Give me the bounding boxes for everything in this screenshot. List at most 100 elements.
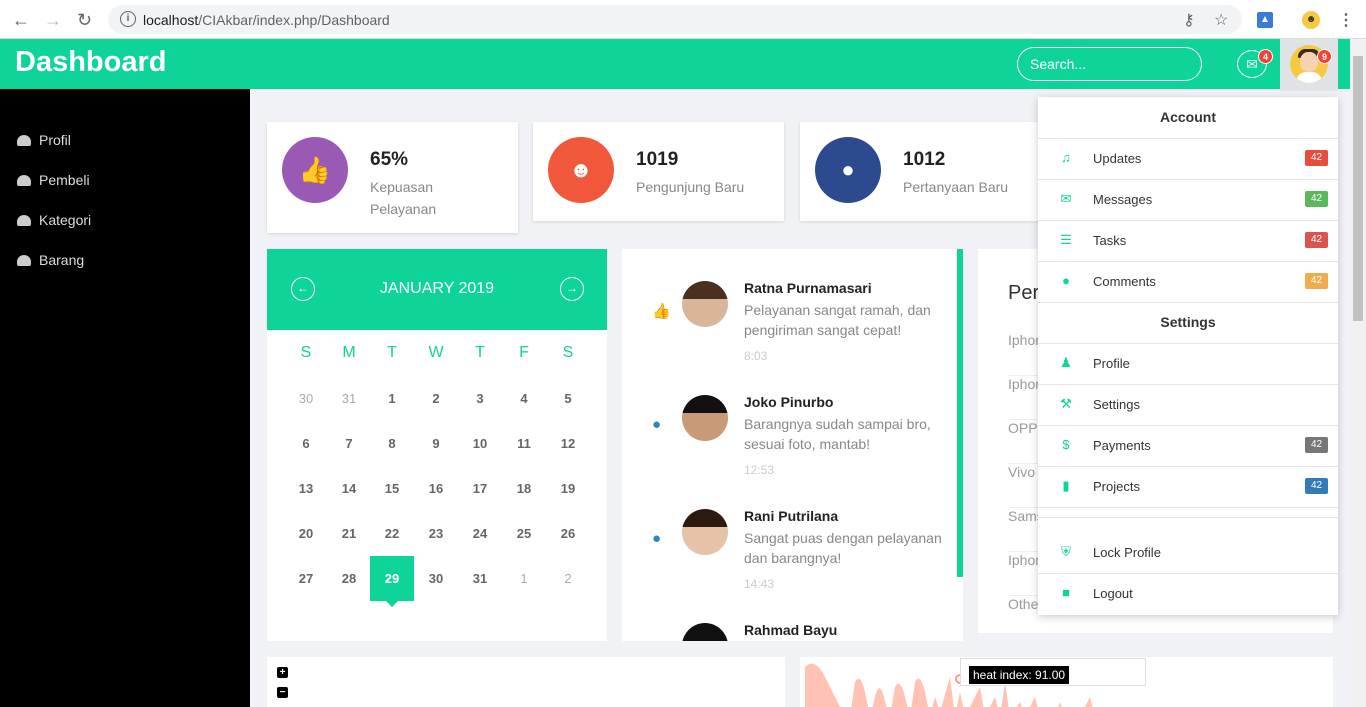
extension-icon[interactable]: ▲ bbox=[1257, 12, 1273, 28]
review-text: Pelayanan sangat ramah, dan pengiriman s… bbox=[744, 302, 931, 338]
sidebar-item-kategori[interactable]: Kategori bbox=[17, 212, 91, 228]
menu-item-label: Updates bbox=[1093, 151, 1142, 166]
menu-item-label: Profile bbox=[1093, 356, 1130, 371]
menu-item-lock-profile[interactable]: ⛨ Lock Profile bbox=[1038, 532, 1338, 573]
calendar-day[interactable]: 31 bbox=[327, 391, 371, 406]
address-bar[interactable]: i localhost/CIAkbar/index.php/Dashboard bbox=[108, 5, 1242, 34]
calendar-day[interactable]: 2 bbox=[414, 391, 458, 406]
comment-icon: ● bbox=[652, 416, 662, 433]
count-badge: 42 bbox=[1305, 232, 1328, 248]
page-scrollbar[interactable] bbox=[1350, 39, 1366, 707]
back-icon[interactable]: ← bbox=[12, 10, 30, 31]
menu-icon[interactable]: ⋮ bbox=[1338, 10, 1354, 30]
calendar-day[interactable]: 16 bbox=[414, 481, 458, 496]
calendar-day[interactable]: 9 bbox=[414, 436, 458, 451]
weekday-label: S bbox=[300, 344, 312, 361]
calendar-day[interactable]: 3 bbox=[458, 391, 502, 406]
calendar-day[interactable]: 17 bbox=[458, 481, 502, 496]
calendar-day[interactable]: 1 bbox=[502, 571, 546, 586]
dashboard-icon bbox=[17, 255, 31, 266]
menu-item-tasks[interactable]: ☰ Tasks 42 bbox=[1038, 220, 1338, 261]
key-icon[interactable]: ⚷ bbox=[1183, 10, 1195, 30]
calendar-day[interactable]: 15 bbox=[370, 481, 414, 496]
calendar-day[interactable]: 6 bbox=[284, 436, 328, 451]
calendar-day[interactable]: 20 bbox=[284, 526, 328, 541]
chat-badge: 4 bbox=[1258, 49, 1273, 64]
sidebar-item-label: Profil bbox=[39, 132, 71, 148]
thumbs-up-icon: 👍 bbox=[652, 303, 671, 320]
menu-item-label: Messages bbox=[1093, 192, 1153, 207]
menu-item-settings[interactable]: ⚒ Settings bbox=[1038, 384, 1338, 425]
dollar-icon: $ bbox=[1062, 437, 1070, 452]
calendar-day[interactable]: 19 bbox=[546, 481, 590, 496]
calendar-day[interactable]: 4 bbox=[502, 391, 546, 406]
chat-icon: ✉ bbox=[1246, 56, 1258, 72]
calendar-day[interactable]: 2 bbox=[546, 571, 590, 586]
avatar-button[interactable]: 9 bbox=[1280, 39, 1338, 91]
account-header: Account bbox=[1160, 109, 1216, 125]
calendar-day[interactable]: 14 bbox=[327, 481, 371, 496]
calendar-day[interactable]: 31 bbox=[458, 571, 502, 586]
calendar-day[interactable]: 30 bbox=[414, 571, 458, 586]
review-feed: 👍 Ratna Purnamasari Pelayanan sangat ram… bbox=[622, 249, 963, 641]
menu-item-payments[interactable]: $ Payments 42 bbox=[1038, 425, 1338, 466]
search-input[interactable] bbox=[1017, 47, 1202, 81]
info-icon[interactable]: i bbox=[120, 11, 136, 27]
menu-item-profile[interactable]: ♟ Profile bbox=[1038, 343, 1338, 384]
zoom-in-icon[interactable]: + bbox=[277, 667, 288, 678]
calendar-day[interactable]: 18 bbox=[502, 481, 546, 496]
reload-icon[interactable]: ↻ bbox=[77, 10, 92, 31]
calendar-day[interactable]: 10 bbox=[458, 436, 502, 451]
menu-item-comments[interactable]: ● Comments 42 bbox=[1038, 261, 1338, 302]
sidebar-item-profil[interactable]: Profil bbox=[17, 132, 71, 148]
calendar-day[interactable]: 27 bbox=[284, 571, 328, 586]
app-header: Dashboard ✉ 4 9 bbox=[0, 39, 1350, 91]
user-icon: ♟ bbox=[1060, 355, 1072, 370]
calendar-header: ← JANUARY 2019 → bbox=[267, 249, 607, 330]
menu-item-logout[interactable]: ■ Logout bbox=[1038, 573, 1338, 614]
forward-icon[interactable]: → bbox=[44, 10, 62, 31]
stat-value: 1019 bbox=[636, 149, 679, 170]
calendar-day[interactable]: 28 bbox=[327, 571, 371, 586]
calendar-day[interactable]: 30 bbox=[284, 391, 328, 406]
stat-value: 1012 bbox=[903, 149, 946, 170]
scroll-indicator[interactable] bbox=[957, 249, 963, 577]
reviewer-name: Joko Pinurbo bbox=[744, 394, 834, 410]
url-path: /CIAkbar/index.php/Dashboard bbox=[198, 12, 390, 28]
calendar-day[interactable]: 23 bbox=[414, 526, 458, 541]
calendar-day[interactable]: 1 bbox=[370, 391, 414, 406]
next-month-icon[interactable]: → bbox=[560, 277, 584, 301]
menu-item-updates[interactable]: ♫ Updates 42 bbox=[1038, 138, 1338, 179]
menu-item-label: Tasks bbox=[1093, 233, 1127, 248]
calendar-day[interactable]: 21 bbox=[327, 526, 371, 541]
sidebar-item-barang[interactable]: Barang bbox=[17, 252, 84, 268]
calendar-day[interactable]: 11 bbox=[502, 436, 546, 451]
menu-item-messages[interactable]: ✉ Messages 42 bbox=[1038, 179, 1338, 220]
calendar-day[interactable]: 7 bbox=[327, 436, 371, 451]
users-icon: ☻ bbox=[548, 137, 614, 203]
zoom-out-icon[interactable]: − bbox=[277, 687, 288, 698]
calendar-day[interactable]: 29 bbox=[370, 556, 414, 601]
count-badge: 42 bbox=[1305, 478, 1328, 494]
sidebar-item-pembeli[interactable]: Pembeli bbox=[17, 172, 90, 188]
menu-item-label: Payments bbox=[1093, 438, 1151, 453]
comments-icon: ● bbox=[1062, 273, 1070, 288]
menu-item-label: Comments bbox=[1093, 274, 1156, 289]
menu-item-projects[interactable]: ▮ Projects 42 bbox=[1038, 466, 1338, 507]
calendar-day[interactable]: 5 bbox=[546, 391, 590, 406]
calendar-month: JANUARY 2019 bbox=[379, 280, 495, 297]
weekday-label: T bbox=[475, 344, 485, 361]
calendar-day[interactable]: 8 bbox=[370, 436, 414, 451]
calendar-day[interactable]: 26 bbox=[546, 526, 590, 541]
calendar-day[interactable]: 25 bbox=[502, 526, 546, 541]
calendar-day[interactable]: 22 bbox=[370, 526, 414, 541]
star-icon[interactable]: ☆ bbox=[1214, 10, 1228, 30]
scrollbar-thumb[interactable] bbox=[1353, 56, 1363, 321]
calendar-day[interactable]: 24 bbox=[458, 526, 502, 541]
calendar-day[interactable]: 13 bbox=[284, 481, 328, 496]
reviewer-name: Ratna Purnamasari bbox=[744, 280, 872, 296]
calendar-day[interactable]: 12 bbox=[546, 436, 590, 451]
emoji-extension-icon[interactable]: ☻ bbox=[1302, 11, 1320, 29]
lock-icon: ■ bbox=[1062, 585, 1070, 600]
sidebar-item-label: Pembeli bbox=[39, 172, 90, 188]
